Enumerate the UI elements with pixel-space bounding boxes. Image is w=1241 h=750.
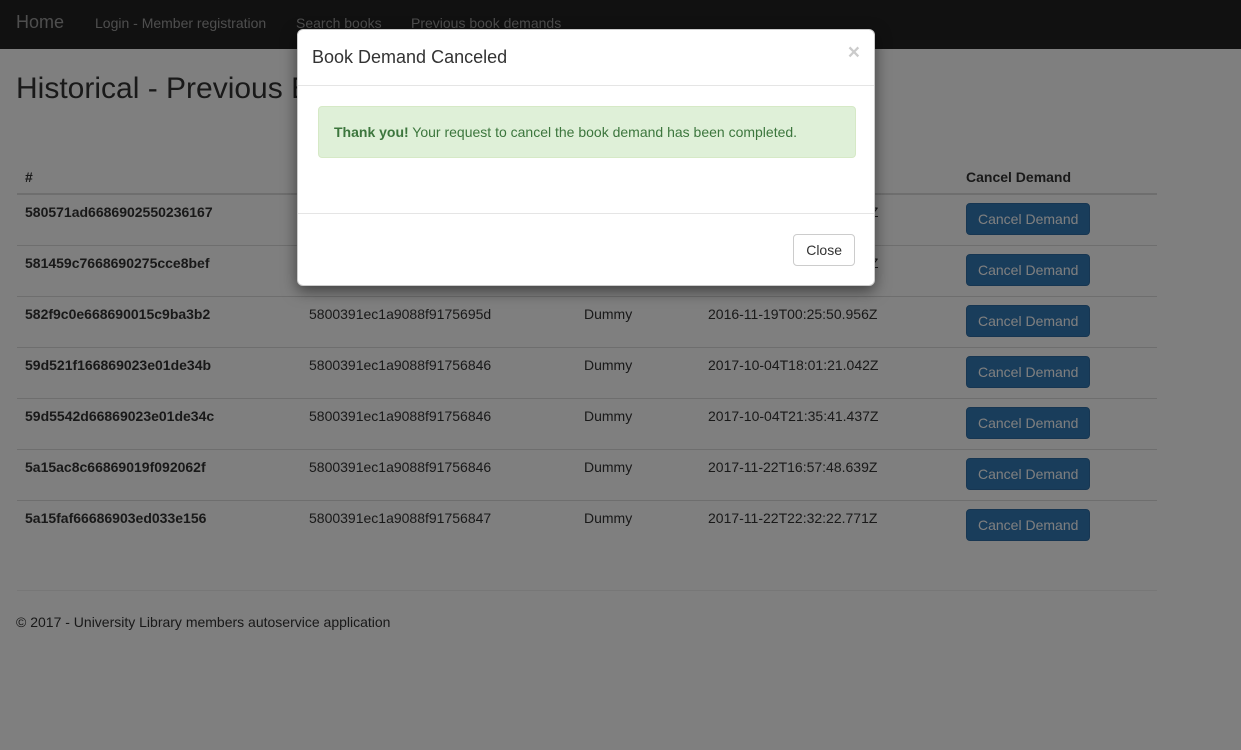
modal-title: Book Demand Canceled [312, 47, 508, 67]
close-button[interactable]: Close [793, 234, 855, 266]
success-alert: Thank you! Your request to cancel the bo… [318, 106, 856, 158]
alert-message: Your request to cancel the book demand h… [408, 124, 798, 140]
modal-header: Book Demand Canceled × [298, 30, 874, 86]
alert-strong-text: Thank you! [334, 124, 409, 140]
cancel-confirmation-dialog: Book Demand Canceled × Thank you! Your r… [297, 29, 875, 286]
close-icon[interactable]: × [848, 42, 860, 63]
modal-footer: Close [298, 213, 874, 286]
